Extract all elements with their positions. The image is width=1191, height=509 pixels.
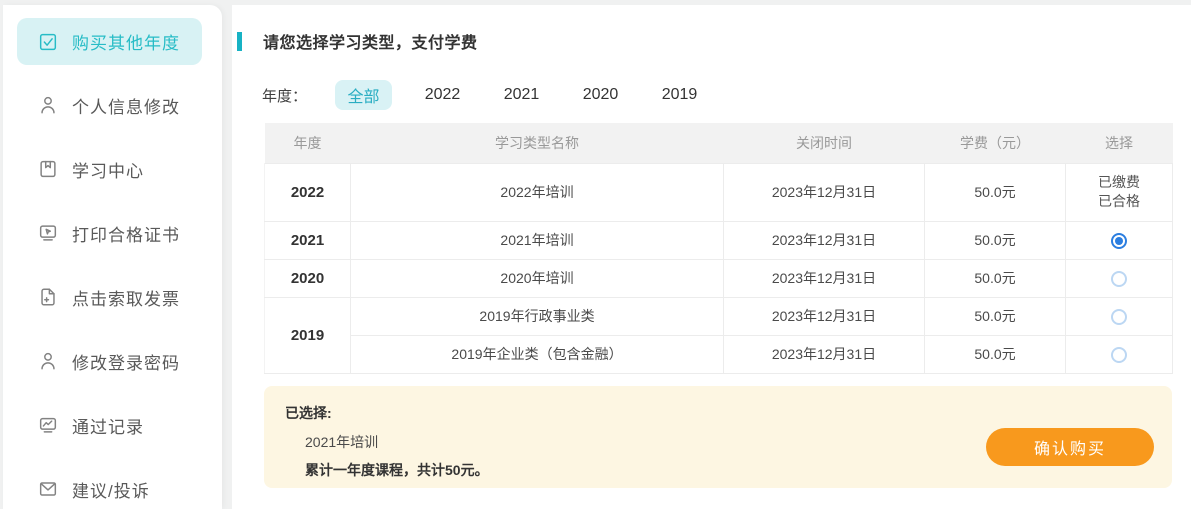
- header-fee: 学费（元）: [925, 123, 1066, 163]
- year-tab-2019[interactable]: 2019: [651, 80, 708, 110]
- year-cell: 2021: [265, 221, 351, 259]
- checkbox-check-icon: [37, 31, 59, 53]
- fee-cell: 50.0元: [925, 335, 1066, 373]
- fee-cell: 50.0元: [925, 259, 1066, 297]
- sidebar-item-label: 购买其他年度: [72, 29, 180, 54]
- year-filter-label: 年度：: [262, 85, 307, 106]
- course-name-cell: 2019年企业类（包含金融）: [351, 335, 724, 373]
- header-year: 年度: [265, 123, 351, 163]
- select-cell: [1066, 335, 1173, 373]
- main-panel: 请您选择学习类型，支付学费 年度： 全部 2022 2021 2020 2019…: [232, 5, 1191, 509]
- book-bookmark-icon: [37, 158, 59, 180]
- close-time-cell: 2023年12月31日: [724, 335, 925, 373]
- status-cell: 已缴费 已合格: [1066, 163, 1173, 221]
- document-plus-icon: [37, 286, 59, 308]
- title-accent-bar: [237, 32, 242, 51]
- year-cell: 2020: [265, 259, 351, 297]
- sidebar: 购买其他年度 个人信息修改 学习中心 打印合格证书 点击索取发票 修改登录密码: [3, 5, 222, 509]
- year-cell: 2022: [265, 163, 351, 221]
- sidebar-item-label: 通过记录: [72, 413, 144, 438]
- year-cell: 2019: [265, 297, 351, 373]
- year-tab-all[interactable]: 全部: [335, 80, 392, 110]
- radio-2019-admin[interactable]: [1111, 309, 1127, 325]
- sidebar-item-change-password[interactable]: 修改登录密码: [17, 329, 202, 393]
- page-title: 请您选择学习类型，支付学费: [263, 29, 478, 53]
- person-icon: [37, 350, 59, 372]
- select-cell: [1066, 259, 1173, 297]
- person-icon: [37, 94, 59, 116]
- close-time-cell: 2023年12月31日: [724, 221, 925, 259]
- course-name-cell: 2021年培训: [351, 221, 724, 259]
- close-time-cell: 2023年12月31日: [724, 259, 925, 297]
- radio-2020[interactable]: [1111, 271, 1127, 287]
- select-cell: [1066, 297, 1173, 335]
- table-row-2022: 2022 2022年培训 2023年12月31日 50.0元 已缴费 已合格: [265, 163, 1173, 221]
- selection-summary: 已选择: 2021年培训 累计一年度课程，共计50元。 确认购买: [264, 386, 1172, 488]
- fee-cell: 50.0元: [925, 163, 1066, 221]
- monitor-chart-icon: [37, 414, 59, 436]
- sidebar-item-label: 修改登录密码: [72, 349, 180, 374]
- sidebar-item-buy-other-years[interactable]: 购买其他年度: [17, 18, 202, 65]
- sidebar-item-label: 学习中心: [72, 157, 144, 182]
- close-time-cell: 2023年12月31日: [724, 163, 925, 221]
- header-close-time: 关闭时间: [724, 123, 925, 163]
- table-row-2021: 2021 2021年培训 2023年12月31日 50.0元: [265, 221, 1173, 259]
- sidebar-item-learning-center[interactable]: 学习中心: [17, 137, 202, 201]
- course-table-header: 年度 学习类型名称 关闭时间 学费（元） 选择: [265, 123, 1173, 163]
- status-paid: 已缴费: [1066, 173, 1172, 192]
- year-tab-2020[interactable]: 2020: [572, 80, 629, 110]
- table-row-2019-admin: 2019 2019年行政事业类 2023年12月31日 50.0元: [265, 297, 1173, 335]
- sidebar-item-label: 个人信息修改: [72, 93, 180, 118]
- course-purchase-page: { "sidebar": { "items": [ { "label": "购买…: [0, 0, 1191, 509]
- confirm-purchase-button[interactable]: 确认购买: [986, 428, 1154, 466]
- course-name-cell: 2019年行政事业类: [351, 297, 724, 335]
- course-name-cell: 2022年培训: [351, 163, 724, 221]
- header-select: 选择: [1066, 123, 1173, 163]
- year-tab-2021[interactable]: 2021: [493, 80, 550, 110]
- sidebar-item-label: 打印合格证书: [72, 221, 180, 246]
- monitor-cursor-icon: [37, 222, 59, 244]
- select-cell: [1066, 221, 1173, 259]
- year-filter: 年度： 全部 2022 2021 2020 2019: [262, 80, 1191, 110]
- page-title-row: 请您选择学习类型，支付学费: [232, 30, 1191, 52]
- sidebar-item-label: 建议/投诉: [72, 477, 150, 502]
- close-time-cell: 2023年12月31日: [724, 297, 925, 335]
- table-row-2019-enterprise: 2019年企业类（包含金融） 2023年12月31日 50.0元: [265, 335, 1173, 373]
- course-table: 年度 学习类型名称 关闭时间 学费（元） 选择 2022 2022年培训 202…: [264, 123, 1173, 374]
- year-tab-2022[interactable]: 2022: [414, 80, 471, 110]
- sidebar-item-request-invoice[interactable]: 点击索取发票: [17, 265, 202, 329]
- course-name-cell: 2020年培训: [351, 259, 724, 297]
- sidebar-item-pass-records[interactable]: 通过记录: [17, 393, 202, 457]
- sidebar-item-suggestions[interactable]: 建议/投诉: [17, 457, 202, 509]
- fee-cell: 50.0元: [925, 297, 1066, 335]
- table-row-2020: 2020 2020年培训 2023年12月31日 50.0元: [265, 259, 1173, 297]
- radio-2019-enterprise[interactable]: [1111, 347, 1127, 363]
- header-course-name: 学习类型名称: [351, 123, 724, 163]
- selected-label: 已选择:: [285, 403, 1172, 423]
- status-passed: 已合格: [1066, 192, 1172, 211]
- sidebar-item-personal-info[interactable]: 个人信息修改: [17, 73, 202, 137]
- sidebar-item-label: 点击索取发票: [72, 285, 180, 310]
- radio-2021[interactable]: [1111, 233, 1127, 249]
- fee-cell: 50.0元: [925, 221, 1066, 259]
- sidebar-item-print-certificate[interactable]: 打印合格证书: [17, 201, 202, 265]
- mail-icon: [37, 478, 59, 500]
